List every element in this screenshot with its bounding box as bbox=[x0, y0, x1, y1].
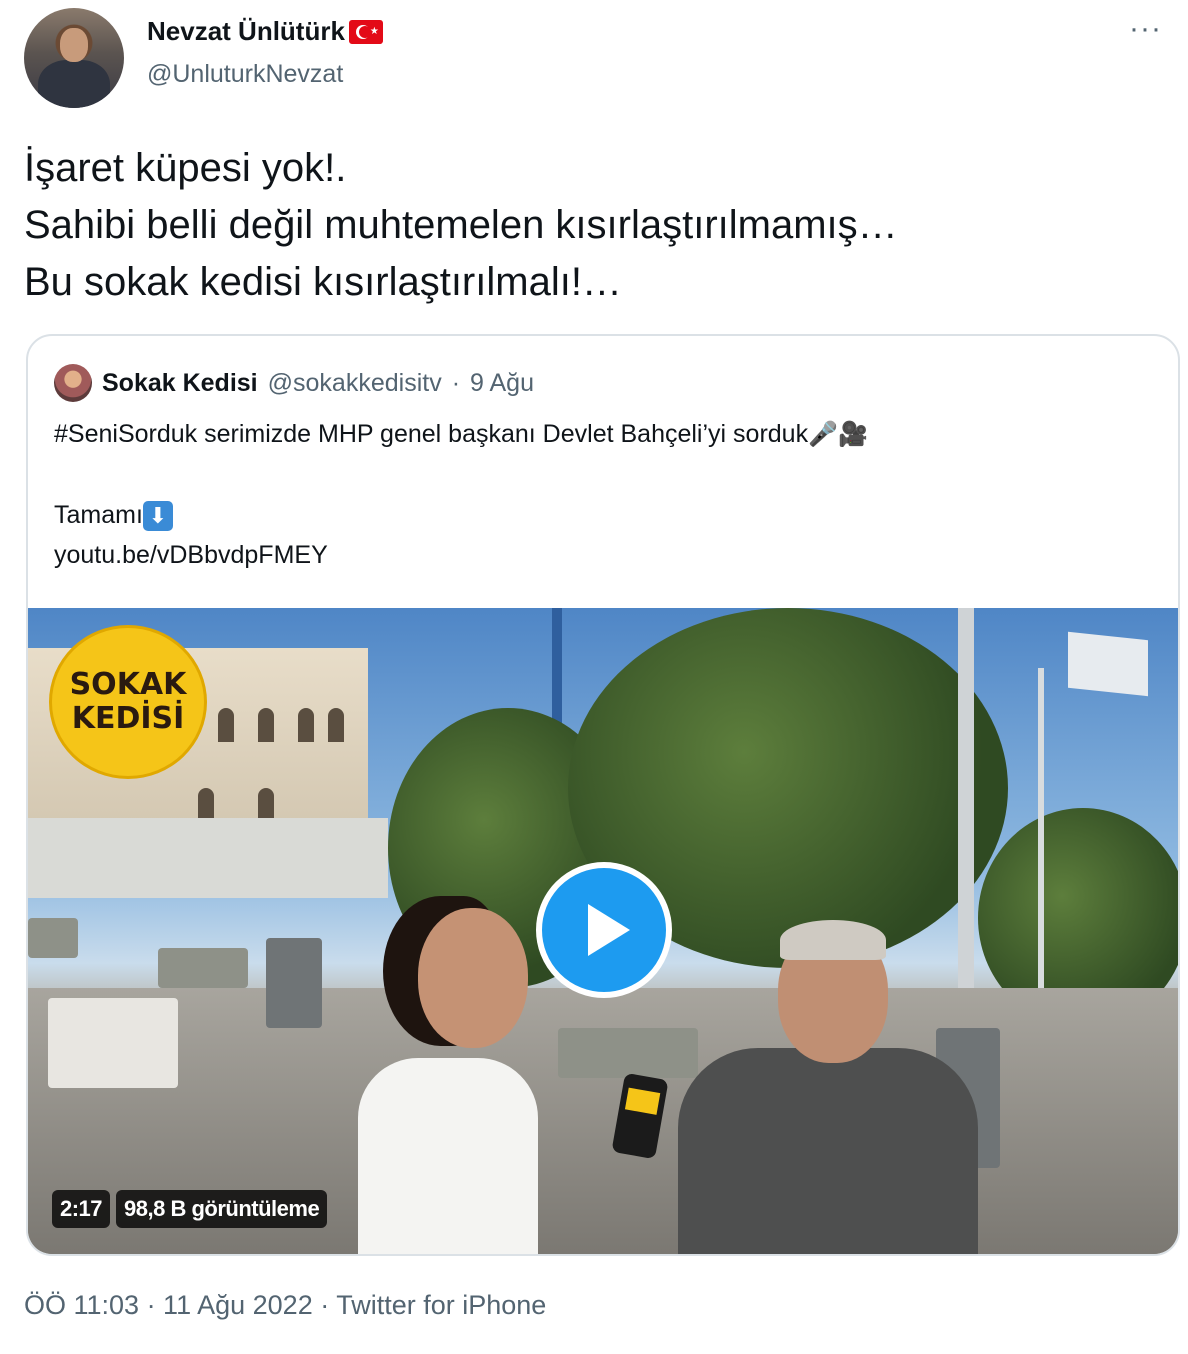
man-hair bbox=[780, 920, 886, 960]
microphone-camera-icon: 🎤🎥 bbox=[808, 421, 868, 448]
author-avatar[interactable] bbox=[24, 8, 124, 108]
tweet-text: İşaret küpesi yok!. Sahibi belli değil m… bbox=[24, 140, 898, 311]
woman-head bbox=[418, 908, 528, 1048]
bench bbox=[28, 918, 78, 958]
sokak-kedisi-logo: SOKAK KEDİSİ bbox=[52, 628, 204, 776]
woman-body bbox=[358, 1058, 538, 1254]
author-name-row: Nevzat Ünlütürk ★ bbox=[147, 16, 383, 47]
tweet-metadata[interactable]: ÖÖ 11:03 · 11 Ağu 2022 · Twitter for iPh… bbox=[24, 1290, 546, 1321]
video-player[interactable]: SOKAK KEDİSİ 2:17 98,8 B görüntüleme bbox=[28, 608, 1178, 1254]
quoted-tweet-body: #SeniSorduk serimizde MHP genel başkanı … bbox=[54, 414, 868, 455]
quoted-author-name[interactable]: Sokak Kedisi bbox=[102, 369, 258, 398]
flag bbox=[1068, 631, 1148, 697]
video-duration: 2:17 bbox=[52, 1190, 111, 1228]
show-more-line: Tamamı ⬇ bbox=[54, 495, 868, 535]
avatar-face bbox=[60, 28, 88, 62]
separator-dot: · bbox=[451, 368, 461, 397]
view-count: 98,8 B görüntüleme bbox=[116, 1190, 328, 1228]
more-options-icon[interactable]: ··· bbox=[1129, 12, 1162, 46]
quoted-tweet-text: #SeniSorduk serimizde MHP genel başkanı … bbox=[54, 414, 868, 575]
logo-line: SOKAK bbox=[69, 667, 187, 702]
youtube-link[interactable]: youtu.be/vDBbvdpFMEY bbox=[54, 535, 868, 575]
bench bbox=[558, 1028, 698, 1078]
stone-block bbox=[48, 998, 178, 1088]
down-arrow-icon: ⬇ bbox=[142, 501, 173, 532]
logo-line: KEDİSİ bbox=[71, 701, 185, 736]
bench bbox=[158, 948, 248, 988]
quoted-author-avatar[interactable] bbox=[54, 364, 92, 402]
turkey-flag-icon: ★ bbox=[348, 19, 383, 44]
tweet-line: Bu sokak kedisi kısırlaştırılmalı!… bbox=[24, 260, 622, 304]
tweet-line: İşaret küpesi yok!. bbox=[24, 146, 347, 190]
flag-pole bbox=[958, 608, 974, 1028]
quoted-tweet-card[interactable]: Sokak Kedisi @sokakkedisitv · 9 Ağu #Sen… bbox=[26, 334, 1180, 1256]
play-button[interactable] bbox=[536, 862, 672, 998]
quoted-tweet-time[interactable]: 9 Ağu bbox=[470, 369, 534, 398]
quoted-author-handle[interactable]: @sokakkedisitv bbox=[268, 369, 442, 398]
quoted-tweet-header: Sokak Kedisi @sokakkedisitv · 9 Ağu bbox=[54, 364, 534, 402]
author-handle[interactable]: @UnluturkNevzat bbox=[147, 60, 343, 89]
video-badges: 2:17 98,8 B görüntüleme bbox=[52, 1190, 328, 1228]
author-name[interactable]: Nevzat Ünlütürk bbox=[147, 16, 345, 47]
man-body bbox=[678, 1048, 978, 1254]
quoted-text-line: #SeniSorduk serimizde MHP genel başkanı … bbox=[54, 420, 809, 448]
avatar-suit bbox=[38, 60, 110, 108]
show-more-label: Tamamı bbox=[54, 501, 143, 529]
flag-pole bbox=[1038, 668, 1044, 998]
play-icon bbox=[588, 904, 630, 956]
tweet-line: Sahibi belli değil muhtemelen kısırlaştı… bbox=[24, 203, 898, 247]
trash-bin bbox=[266, 938, 322, 1028]
